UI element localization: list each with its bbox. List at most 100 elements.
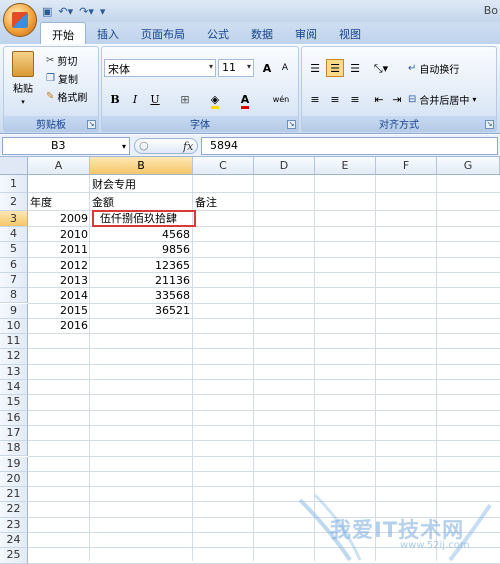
cell-a8[interactable]: 2014 xyxy=(28,289,88,303)
row-header-6[interactable]: 6 xyxy=(0,257,28,273)
font-name-combo[interactable]: 宋体 ▾ xyxy=(104,59,216,77)
row-header-16[interactable]: 16 xyxy=(0,410,28,426)
cell-a2[interactable]: 年度 xyxy=(30,196,52,210)
row-header-5[interactable]: 5 xyxy=(0,242,28,258)
chevron-down-icon[interactable]: ▾ xyxy=(122,139,126,155)
cell-b5[interactable]: 9856 xyxy=(90,243,190,257)
row-header-19[interactable]: 19 xyxy=(0,456,28,472)
cell-b9[interactable]: 36521 xyxy=(90,304,190,318)
phonetic-button[interactable]: wén xyxy=(268,90,294,108)
format-painter-button[interactable]: ✎ 格式刷 xyxy=(46,89,87,104)
cell-a10[interactable]: 2016 xyxy=(28,319,88,333)
tab-insert[interactable]: 插入 xyxy=(86,22,130,44)
merge-center-button[interactable]: ⊟ 合并后居中 ▾ xyxy=(408,92,476,107)
redo-icon[interactable]: ↷▾ xyxy=(79,5,94,18)
save-icon[interactable]: ▣ xyxy=(42,5,52,18)
wrap-text-button[interactable]: ↵ 自动换行 xyxy=(408,61,459,76)
tab-data[interactable]: 数据 xyxy=(240,22,284,44)
column-header-e[interactable]: E xyxy=(315,157,376,175)
align-top-button[interactable]: ☰ xyxy=(306,59,324,77)
customize-qat-icon[interactable]: ▾ xyxy=(100,5,106,18)
row-header-12[interactable]: 12 xyxy=(0,349,28,365)
orientation-button[interactable]: ⤡▾ xyxy=(368,59,394,77)
align-bottom-button[interactable]: ☰ xyxy=(346,59,364,77)
row-header-11[interactable]: 11 xyxy=(0,334,28,350)
row-header-4[interactable]: 4 xyxy=(0,227,28,243)
row-header-9[interactable]: 9 xyxy=(0,303,28,319)
align-middle-button[interactable]: ☰ xyxy=(326,59,344,77)
row-header-23[interactable]: 23 xyxy=(0,517,28,533)
select-all-corner[interactable] xyxy=(0,157,28,175)
cell-b2[interactable]: 金额 xyxy=(92,196,114,210)
row-header-14[interactable]: 14 xyxy=(0,380,28,396)
office-button[interactable] xyxy=(3,3,37,37)
row-header-10[interactable]: 10 xyxy=(0,318,28,335)
column-header-f[interactable]: F xyxy=(376,157,437,175)
expand-handle-icon[interactable]: ○ xyxy=(139,139,149,152)
column-header-a[interactable]: A xyxy=(28,157,90,175)
tab-review[interactable]: 审阅 xyxy=(284,22,328,44)
cell-a7[interactable]: 2013 xyxy=(28,274,88,288)
name-box[interactable]: B3 ▾ xyxy=(2,137,130,155)
column-header-c[interactable]: C xyxy=(193,157,254,175)
paste-button[interactable]: 粘贴 ▾ xyxy=(9,51,37,106)
borders-button[interactable]: ⊞ xyxy=(176,90,194,108)
row-header-1[interactable]: 1 xyxy=(0,175,28,193)
align-center-button[interactable]: ≡ xyxy=(326,90,344,108)
cell-a3[interactable]: 2009 xyxy=(28,212,88,226)
cell-c2[interactable]: 备注 xyxy=(195,196,217,210)
decrease-indent-button[interactable]: ⇤ xyxy=(370,90,388,108)
clipboard-group-label: 剪贴板 xyxy=(4,116,98,131)
tab-formulas[interactable]: 公式 xyxy=(196,22,240,44)
fill-color-button[interactable]: ◈ xyxy=(206,90,224,109)
italic-button[interactable]: I xyxy=(126,90,144,108)
cell-a6[interactable]: 2012 xyxy=(28,259,88,273)
formula-input[interactable]: 5894 xyxy=(201,137,498,155)
chevron-down-icon[interactable]: ▾ xyxy=(247,62,251,71)
column-header-g[interactable]: G xyxy=(437,157,500,175)
row-header-17[interactable]: 17 xyxy=(0,425,28,442)
cell-a4[interactable]: 2010 xyxy=(28,228,88,242)
insert-function-icon[interactable]: fx xyxy=(183,140,193,153)
tab-page-layout[interactable]: 页面布局 xyxy=(130,22,196,44)
dialog-launcher-icon[interactable]: ↘ xyxy=(485,120,494,129)
row-header-21[interactable]: 21 xyxy=(0,487,28,503)
dialog-launcher-icon[interactable]: ↘ xyxy=(87,120,96,129)
font-color-button[interactable]: A xyxy=(236,90,254,109)
row-header-7[interactable]: 7 xyxy=(0,272,28,289)
column-header-d[interactable]: D xyxy=(254,157,315,175)
row-header-15[interactable]: 15 xyxy=(0,395,28,411)
row-header-24[interactable]: 24 xyxy=(0,533,28,549)
align-left-button[interactable]: ≡ xyxy=(306,90,324,108)
row-header-18[interactable]: 18 xyxy=(0,441,28,457)
shrink-font-button[interactable]: A xyxy=(276,59,294,77)
underline-button[interactable]: U xyxy=(146,90,164,108)
row-header-8[interactable]: 8 xyxy=(0,288,28,304)
chevron-down-icon[interactable]: ▾ xyxy=(209,62,213,71)
undo-icon[interactable]: ↶▾ xyxy=(58,5,73,18)
cut-button[interactable]: ✂ 剪切 xyxy=(46,53,77,68)
row-header-22[interactable]: 22 xyxy=(0,502,28,518)
bold-button[interactable]: B xyxy=(106,90,124,108)
row-header-20[interactable]: 20 xyxy=(0,471,28,488)
font-size-combo[interactable]: 11 ▾ xyxy=(218,59,254,77)
cell-b8[interactable]: 33568 xyxy=(90,289,190,303)
tab-home[interactable]: 开始 xyxy=(40,22,86,44)
cell-b6[interactable]: 12365 xyxy=(90,259,190,273)
row-header-25[interactable]: 25 xyxy=(0,548,28,564)
grow-font-button[interactable]: A xyxy=(258,59,276,77)
cell-b7[interactable]: 21136 xyxy=(90,274,190,288)
cell-b1[interactable]: 财会专用 xyxy=(92,178,136,192)
dialog-launcher-icon[interactable]: ↘ xyxy=(287,120,296,129)
cell-a9[interactable]: 2015 xyxy=(28,304,88,318)
row-header-13[interactable]: 13 xyxy=(0,364,28,380)
row-header-2[interactable]: 2 xyxy=(0,193,28,211)
tab-view[interactable]: 视图 xyxy=(328,22,372,44)
cell-a5[interactable]: 2011 xyxy=(28,243,88,257)
align-right-button[interactable]: ≡ xyxy=(346,90,364,108)
increase-indent-button[interactable]: ⇥ xyxy=(388,90,406,108)
row-header-3[interactable]: 3 xyxy=(0,211,28,227)
copy-button[interactable]: ❐ 复制 xyxy=(46,71,78,86)
column-header-b[interactable]: B xyxy=(90,157,193,175)
cell-b4[interactable]: 4568 xyxy=(90,228,190,242)
